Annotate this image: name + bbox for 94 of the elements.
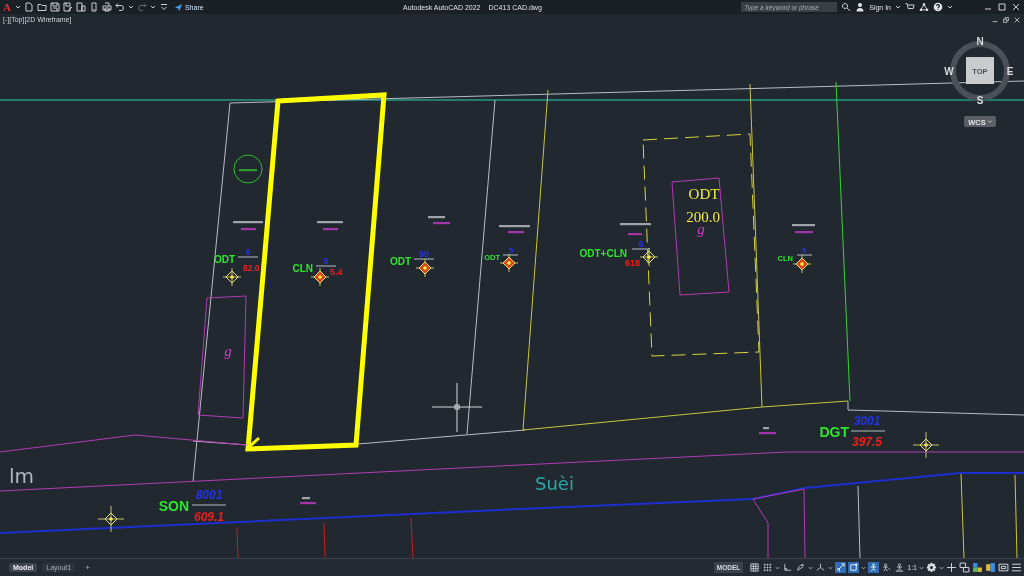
maximize-icon[interactable]: [997, 2, 1007, 12]
land-use-code: CLN: [292, 263, 313, 274]
illegible-label-mark: [302, 497, 310, 500]
place-name: Suèi: [535, 473, 574, 494]
illegible-label-mark: [499, 225, 530, 228]
land-use-code: SON: [158, 498, 189, 514]
illegible-label-mark: [792, 224, 815, 227]
diamond-crosshair-icon: [97, 505, 125, 533]
menu-icon[interactable]: [1011, 562, 1022, 573]
lot-boundary-line: [236, 526, 239, 558]
symbol-circle: [233, 154, 263, 184]
caret-icon[interactable]: [947, 4, 953, 10]
place-name: lm: [9, 464, 35, 488]
illegible-label-mark: [628, 233, 642, 236]
illegible-label-mark: [323, 228, 338, 231]
fullscreen-icon[interactable]: [998, 562, 1009, 573]
document-phone-icon[interactable]: [75, 2, 86, 12]
compass-direction-label[interactable]: E: [1006, 66, 1014, 77]
annotation-figure-icon[interactable]: [881, 562, 893, 573]
parcel-area: 82.0: [243, 263, 260, 273]
cursor-crosshair-icon: [431, 382, 483, 433]
caret-icon[interactable]: [127, 4, 134, 10]
undo-icon[interactable]: [114, 2, 125, 12]
parcel-number: 90: [419, 249, 429, 259]
compass-direction-label[interactable]: S: [976, 95, 984, 106]
compass-direction-label[interactable]: W: [944, 66, 954, 77]
open-folder-icon[interactable]: [36, 2, 47, 12]
snap-square-icon[interactable]: [848, 562, 860, 573]
lot-boundary-line: [323, 522, 326, 558]
right-angle-icon[interactable]: [782, 562, 794, 573]
lot-boundary-line: [410, 517, 414, 558]
illegible-label-mark: [433, 222, 450, 225]
polar-arc-icon[interactable]: [795, 562, 807, 573]
illegible-label-mark: [428, 216, 445, 219]
close-icon[interactable]: [1013, 16, 1021, 24]
land-use-code: ODT+CLN: [579, 248, 627, 259]
close-icon[interactable]: [1011, 2, 1021, 12]
application-menu-button[interactable]: A: [2, 1, 12, 13]
phone-icon[interactable]: [88, 2, 99, 12]
colored-blocks-icon[interactable]: [972, 562, 983, 573]
annotation-figure-icon[interactable]: [868, 562, 880, 573]
save-icon[interactable]: [49, 2, 60, 12]
parcel-area: 609.1: [194, 510, 224, 524]
cart-icon[interactable]: [905, 2, 915, 12]
illegible-label-mark: [317, 221, 343, 224]
dot-grid-icon[interactable]: [762, 562, 774, 573]
restore-icon[interactable]: [1002, 16, 1010, 24]
help-icon[interactable]: [933, 2, 943, 12]
diagonal-line-icon[interactable]: [835, 562, 847, 573]
overlapping-squares-icon[interactable]: [959, 562, 970, 573]
lot-boundary-line: [752, 488, 806, 558]
land-use-code: ODT: [688, 186, 720, 202]
annotation-figure-icon[interactable]: [894, 562, 906, 573]
user-icon[interactable]: [855, 2, 866, 12]
parcel-number: 5: [323, 256, 329, 266]
illegible-label-mark: [241, 228, 256, 231]
compass-direction-label[interactable]: N: [976, 36, 984, 47]
illegible-label-mark: [233, 221, 263, 224]
parcel-area: 397.5: [852, 435, 882, 449]
dropdown-menu-icon[interactable]: [158, 2, 169, 12]
illegible-label-mark: [300, 502, 316, 505]
caret-icon[interactable]: [895, 4, 901, 10]
grid-icon[interactable]: [749, 562, 761, 573]
parcel-area: 618: [624, 258, 640, 268]
save-as-icon[interactable]: [62, 2, 73, 12]
printer-icon[interactable]: [101, 2, 112, 12]
illegible-label-mark: [239, 169, 257, 172]
parcel-number: 3001: [853, 414, 881, 428]
paper-plane-icon: [173, 2, 183, 12]
new-file-icon[interactable]: [23, 2, 34, 12]
land-use-code: ODT: [389, 256, 411, 267]
diamond-crosshair-icon: [912, 431, 940, 459]
parcel-area: 5.4: [330, 267, 343, 277]
selected-lot-outline[interactable]: [245, 92, 387, 452]
settings-icon[interactable]: [926, 562, 937, 573]
caret-icon[interactable]: [149, 4, 156, 10]
land-use-code: ODT: [213, 254, 235, 265]
parcel-number: 6: [638, 239, 644, 249]
illegible-label-mark: [759, 432, 776, 435]
caret-icon[interactable]: [14, 4, 21, 10]
connected-nodes-icon[interactable]: [919, 2, 929, 12]
parcel-number: 8001: [195, 488, 223, 502]
land-use-code: DGT: [819, 424, 849, 440]
illegible-label-mark: [795, 231, 813, 234]
illegible-label-mark: [620, 223, 651, 226]
area-note: g: [224, 343, 232, 359]
illegible-label-mark: [763, 427, 769, 430]
new-layout-button[interactable]: +: [80, 563, 95, 572]
parcel-number: 6: [245, 247, 251, 257]
search-icon[interactable]: [841, 2, 852, 12]
plus-icon[interactable]: [946, 562, 957, 573]
isometric-axes-icon[interactable]: [815, 562, 827, 573]
illegible-label-mark: [508, 231, 524, 234]
colored-blocks-icon[interactable]: [985, 562, 996, 573]
